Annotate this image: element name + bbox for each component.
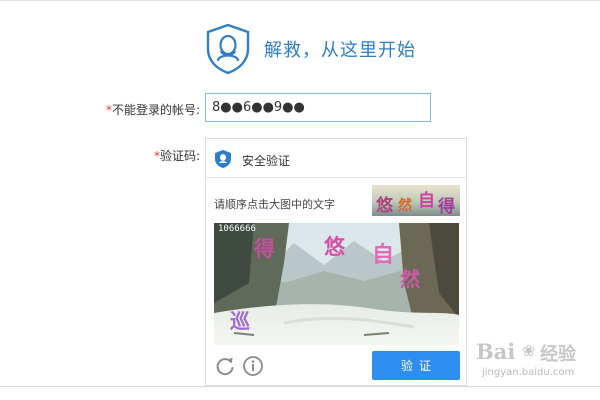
scene-char[interactable]: 得 (254, 233, 275, 263)
baidu-jingyan-watermark: Bai ❀ 经验 jingyan.baidu.com (476, 339, 596, 389)
captcha-panel: 安全验证 请顺序点击大图中的文字 悠 然 自 得 1066666 得 悠 自 然… (205, 138, 467, 386)
scene-char[interactable]: 然 (400, 263, 420, 292)
watermark-url: jingyan.baidu.com (482, 367, 575, 378)
account-label: *不能登录的帐号: (96, 101, 200, 118)
target-char: 然 (398, 198, 412, 214)
paw-icon: ❀ (522, 341, 536, 360)
target-char: 悠 (376, 196, 393, 216)
target-char: 自 (418, 191, 435, 211)
captcha-image-id: 1066666 (218, 224, 256, 234)
captcha-instruction: 请顺序点击大图中的文字 (214, 198, 335, 211)
info-icon[interactable] (242, 355, 264, 377)
page-title: 解救，从这里开始 (264, 40, 416, 61)
account-label-text: 不能登录的帐号: (111, 103, 200, 117)
verify-button[interactable]: 验证 (372, 351, 460, 380)
captcha-target-chars: 悠 然 自 得 (372, 185, 460, 217)
account-value: 8●●6●●9●● (212, 100, 305, 115)
shield-icon (215, 150, 231, 168)
scene-char[interactable]: 巡 (230, 305, 250, 334)
frame-top-border (0, 0, 600, 1)
watermark-brand: 经验 (540, 344, 576, 365)
scene-char[interactable]: 自 (372, 237, 394, 269)
captcha-panel-header: 安全验证 (206, 139, 466, 178)
captcha-label: *验证码: (100, 147, 200, 164)
refresh-icon[interactable] (214, 355, 236, 377)
captcha-scene-image[interactable]: 1066666 得 悠 自 然 巡 (214, 223, 459, 345)
target-char: 得 (438, 197, 455, 217)
watermark-logo: Bai (476, 339, 516, 364)
captcha-label-text: 验证码: (159, 149, 200, 163)
scene-char[interactable]: 悠 (324, 231, 345, 261)
captcha-panel-title: 安全验证 (242, 154, 291, 168)
qq-shield-logo-icon (206, 23, 250, 75)
account-input[interactable]: 8●●6●●9●● (205, 93, 431, 122)
